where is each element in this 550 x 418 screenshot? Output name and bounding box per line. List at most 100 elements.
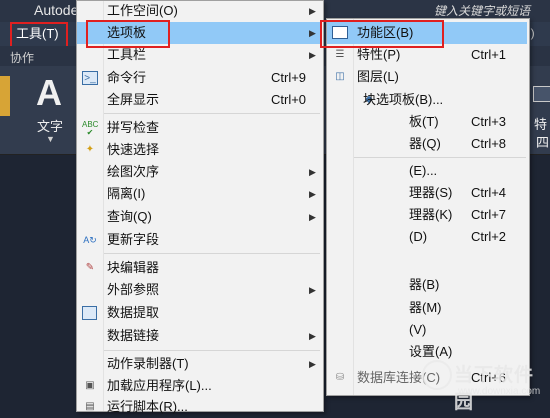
menu-item-command-line[interactable]: >_ 命令行 Ctrl+9 (77, 67, 321, 89)
watermark-logo-icon (422, 360, 452, 390)
red-box-palettes (86, 20, 170, 48)
search-hint[interactable]: 键入关键字或短语 (434, 2, 530, 19)
red-box-ribbon (320, 20, 444, 48)
submenu-arrow-icon: ▶ (309, 359, 316, 369)
menu-item-label: 块编辑器 (107, 260, 160, 275)
menu-separator (354, 157, 526, 158)
submenu-arrow-icon: ▶ (309, 167, 316, 177)
text-tool-label[interactable]: 文字 (37, 116, 63, 135)
watermark-url: www.downxia.com (458, 386, 541, 397)
menu-item-label: 块选项板(B)... (363, 92, 444, 107)
menu-item-label: 更新字段 (107, 232, 160, 247)
menu-item-label: 查询(Q) (107, 209, 152, 224)
menu-item-shortcut: Ctrl+8 (471, 136, 507, 151)
menu-item-run-script[interactable]: ▤ 运行脚本(R)... (77, 396, 321, 418)
menu-item-label: 运行脚本(R)... (107, 399, 188, 414)
submenu-arrow-icon: ▶ (309, 50, 316, 60)
menu-item-label: 理器(K) (409, 207, 453, 222)
watermark: 当下软件园 www.downxia.com (420, 358, 550, 413)
menu-item-label: (D) (409, 229, 428, 244)
menu-item-sheet-set-manager[interactable]: 理器(S) Ctrl+4 (327, 182, 527, 204)
menu-item-content[interactable]: (E)... (327, 160, 527, 182)
menu-item-label: 图层(L) (357, 69, 399, 84)
menu-item-label: 器(M) (409, 300, 442, 315)
menu-item-label: 动作录制器(T) (107, 356, 189, 371)
update-field-icon: A↻ (83, 235, 97, 245)
menu-item-calculator[interactable]: 器(Q) Ctrl+8 (327, 133, 527, 155)
menu-item-xref[interactable]: 外部参照 ▶ (77, 279, 321, 301)
data-extract-icon (82, 306, 97, 320)
menu-item-label: 全屏显示 (107, 92, 160, 107)
spell-check-icon: ABC ✔ (82, 120, 99, 137)
menu-item-label: 隔离(I) (107, 186, 146, 201)
menu-item-label: 工作空间(O) (107, 3, 178, 18)
menu-item-shortcut: Ctrl+3 (471, 114, 507, 129)
submenu-arrow-icon: ▶ (309, 285, 316, 295)
menu-item-label: 数据提取 (107, 305, 160, 320)
menu-item-draw-order[interactable]: 绘图次序 ▶ (77, 161, 321, 183)
menu-separator (104, 113, 320, 114)
menu-item-label: 数据链接 (107, 328, 160, 343)
submenu-arrow-icon: ▶ (309, 28, 316, 38)
menu-item-shortcut: Ctrl+0 (271, 92, 307, 107)
menu-separator (104, 350, 320, 351)
layers-icon: ◫ (335, 71, 345, 82)
menu-item-shortcut: Ctrl+7 (471, 207, 507, 222)
menu-item-inquiry[interactable]: 查询(Q) ▶ (77, 206, 321, 228)
menu-item-block-editor[interactable]: ✎ 块编辑器 (77, 257, 321, 279)
menu-item-label: 命令行 (107, 70, 147, 85)
menu-item-spell-check[interactable]: ABC ✔ 拼写检查 (77, 117, 321, 139)
menu-item-shortcut: Ctrl+4 (471, 185, 507, 200)
menu-item-palette-m[interactable]: 器(M) (327, 297, 527, 319)
pencil-icon[interactable] (0, 76, 10, 116)
menu-item-label: 器(B) (409, 277, 440, 292)
quick-select-icon: ✦ (85, 144, 95, 155)
submenu-arrow-icon: ▶ (309, 6, 316, 16)
block-editor-icon: ✎ (85, 262, 95, 273)
menu-item-quick-select[interactable]: ✦ 快速选择 (77, 139, 321, 161)
properties-label[interactable]: 特 (534, 114, 550, 133)
submenu-arrow-icon: ▶ (309, 331, 316, 341)
menu-item-label: 器(Q) (409, 136, 441, 151)
menu-item-shortcut: Ctrl+2 (471, 229, 507, 244)
submenu-arrow-icon: ▶ (309, 212, 316, 222)
red-box-tools-menu (10, 22, 68, 48)
menu-item-update-fields[interactable]: A↻ 更新字段 (77, 229, 321, 251)
command-line-icon: >_ (82, 71, 98, 85)
menu-item-markup-manager[interactable]: 理器(K) Ctrl+7 (327, 204, 527, 226)
menu-item-palette-b[interactable]: 器(B) (327, 274, 527, 296)
load-app-icon: ▣ (85, 380, 95, 391)
menu-item-layers[interactable]: ◫ 图层(L) (327, 66, 527, 88)
run-script-icon: ▤ (85, 401, 95, 412)
menu-item-isolate[interactable]: 隔离(I) ▶ (77, 183, 321, 205)
menu-item-shortcut: Ctrl+9 (271, 70, 307, 85)
menu-item-label: 快速选择 (107, 142, 160, 157)
menu-separator (104, 253, 320, 254)
menu-item-workspace[interactable]: 工作空间(O) ▶ (77, 0, 321, 22)
submenu-arrow-icon: ▶ (309, 189, 316, 199)
menu-item-label: (V) (409, 322, 427, 337)
menu-item-data-extraction[interactable]: 数据提取 (77, 302, 321, 324)
menu-item-label: (E)... (409, 163, 438, 178)
menu-item-tool-palettes[interactable]: 板(T) Ctrl+3 (327, 111, 527, 133)
menu-item-label: 加载应用程序(L)... (107, 378, 212, 393)
text-tool-icon[interactable]: A (36, 72, 62, 114)
chevron-down-icon[interactable]: ▼ (46, 134, 55, 144)
properties-icon: ☰ (335, 49, 345, 60)
menu-item-designcenter[interactable]: (D) Ctrl+2 (327, 226, 527, 248)
menu-item-palette-v[interactable]: (V) (327, 319, 527, 341)
db-connect-icon: ⛁ (335, 372, 345, 383)
properties-label-2: 四 (536, 135, 550, 150)
menu-item-label: 板(T) (409, 114, 439, 129)
menu-item-action-recorder[interactable]: 动作录制器(T) ▶ (77, 353, 321, 375)
menu-item-block-palette[interactable]: ◆ 块选项板(B)... (327, 89, 527, 111)
menu-item-label: 绘图次序 (107, 164, 160, 179)
menu-item-fullscreen[interactable]: 全屏显示 Ctrl+0 (77, 89, 321, 111)
tab-collaborate[interactable]: 协作 (10, 49, 34, 66)
match-properties-icon[interactable] (533, 86, 550, 102)
menu-item-shortcut: Ctrl+1 (471, 47, 507, 62)
menu-item-label: 理器(S) (409, 185, 453, 200)
menu-item-data-links[interactable]: 数据链接 ▶ (77, 325, 321, 347)
menu-item-label: 外部参照 (107, 282, 160, 297)
menu-item-load-application[interactable]: ▣ 加载应用程序(L)... (77, 375, 321, 397)
